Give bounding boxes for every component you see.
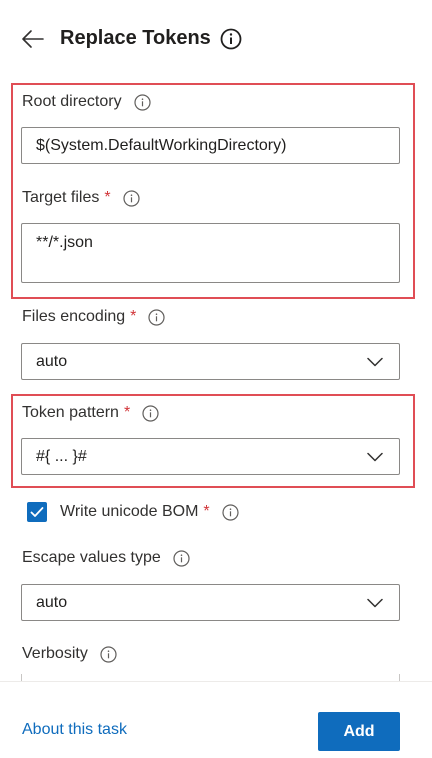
verbosity-label: Verbosity: [22, 643, 117, 665]
task-config-panel: Replace Tokens Root directory $(System.D…: [0, 0, 432, 758]
target-files-label-text: Target files: [22, 189, 100, 206]
write-unicode-bom-row: Write unicode BOM *: [27, 500, 239, 524]
chevron-down-icon: [367, 598, 383, 607]
token-pattern-dropdown[interactable]: #{ ... }#: [21, 438, 400, 475]
info-icon[interactable]: [222, 503, 239, 521]
add-button[interactable]: Add: [318, 712, 400, 751]
page-title: Replace Tokens: [60, 27, 211, 49]
files-encoding-value: auto: [36, 352, 68, 370]
files-encoding-label: Files encoding *: [22, 306, 166, 328]
info-icon[interactable]: [133, 93, 151, 111]
info-circle-icon[interactable]: [220, 28, 242, 50]
escape-values-type-label-text: Escape values type: [22, 549, 161, 566]
back-button[interactable]: [18, 26, 48, 52]
required-marker: *: [104, 189, 111, 206]
root-directory-label-text: Root directory: [22, 93, 122, 110]
info-icon[interactable]: [123, 189, 140, 207]
token-pattern-value: #{ ... }#: [36, 447, 87, 465]
info-icon[interactable]: [173, 549, 190, 567]
token-pattern-label-text: Token pattern: [22, 404, 119, 421]
info-icon[interactable]: [142, 404, 159, 422]
about-task-link[interactable]: About this task: [22, 721, 127, 739]
target-files-textarea[interactable]: **/*.json: [21, 223, 400, 283]
required-marker: *: [130, 308, 137, 325]
target-files-label: Target files *: [22, 187, 140, 209]
root-directory-input[interactable]: $(System.DefaultWorkingDirectory): [21, 127, 400, 164]
chevron-down-icon: [367, 357, 383, 366]
panel-header: Replace Tokens: [0, 0, 432, 76]
verbosity-label-text: Verbosity: [22, 645, 88, 662]
chevron-down-icon: [367, 452, 383, 461]
token-pattern-label: Token pattern *: [22, 402, 159, 424]
escape-values-type-label: Escape values type: [22, 547, 190, 569]
required-marker: *: [203, 503, 210, 520]
required-marker: *: [123, 404, 131, 421]
files-encoding-dropdown[interactable]: auto: [21, 343, 400, 380]
write-unicode-bom-checkbox[interactable]: [27, 502, 47, 522]
info-icon[interactable]: [100, 645, 117, 663]
target-files-value: **/*.json: [36, 234, 93, 251]
info-icon[interactable]: [148, 308, 166, 326]
checkmark-icon: [30, 507, 44, 517]
escape-values-type-value: auto: [36, 593, 68, 611]
arrow-left-icon: [22, 30, 44, 48]
root-directory-value: $(System.DefaultWorkingDirectory): [36, 136, 287, 154]
escape-values-type-dropdown[interactable]: auto: [21, 584, 400, 621]
write-unicode-bom-label: Write unicode BOM: [60, 503, 199, 520]
footer-divider: [0, 681, 432, 682]
root-directory-label: Root directory: [22, 91, 151, 113]
files-encoding-label-text: Files encoding: [22, 308, 126, 325]
